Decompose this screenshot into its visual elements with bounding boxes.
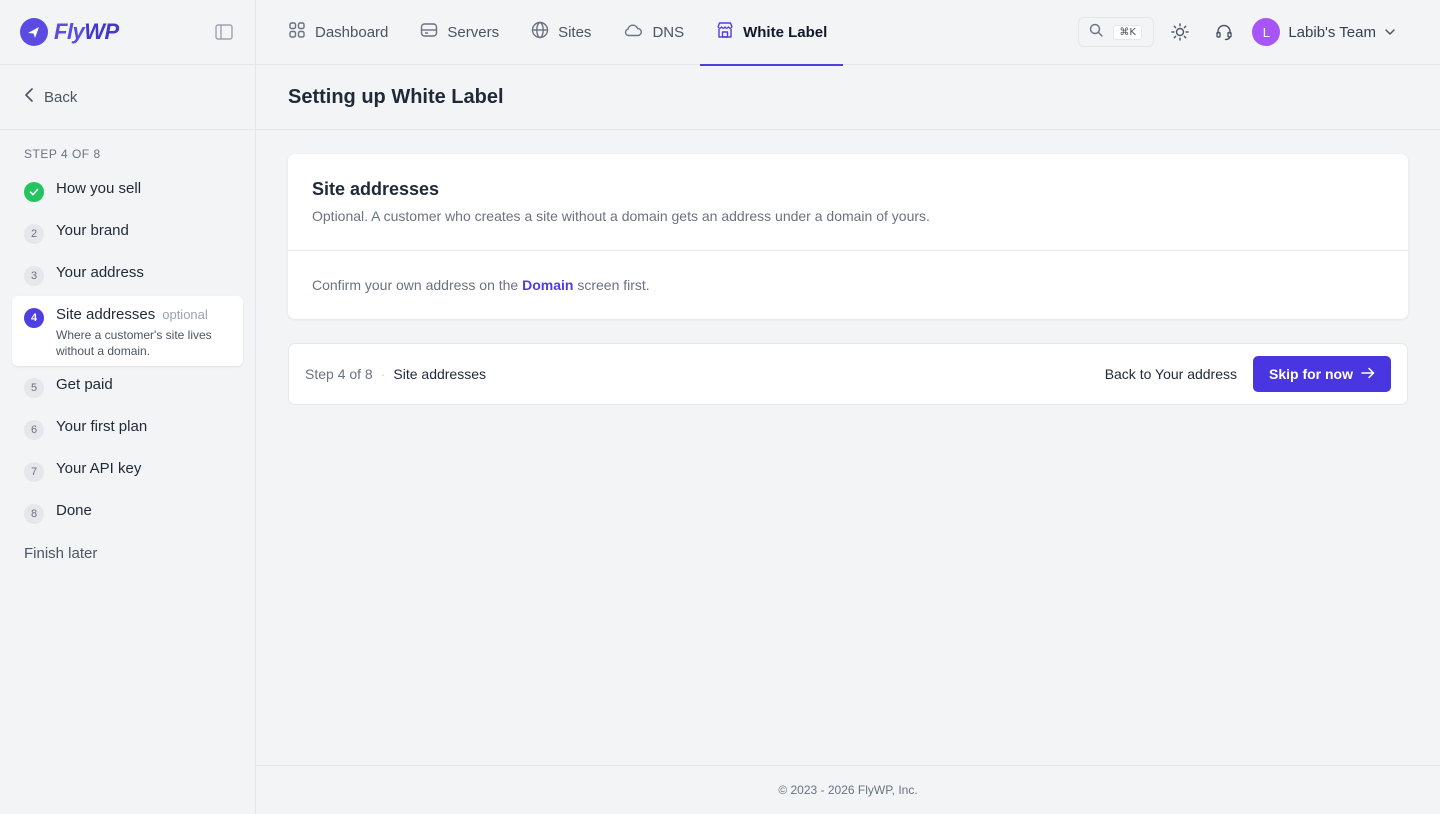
nav-dns[interactable]: DNS <box>607 0 700 65</box>
search-shortcut: ⌘K <box>1113 24 1142 40</box>
main-nav: Dashboard Servers Sites DNS White Label <box>272 0 844 66</box>
card-body: Confirm your own address on the Domain s… <box>288 251 1408 319</box>
dashboard-icon <box>288 21 306 43</box>
step-your-api-key[interactable]: 7 Your API key <box>12 450 243 492</box>
step-count: Step 4 of 8 <box>305 366 373 382</box>
back-to-previous-step-button[interactable]: Back to Your address <box>1105 366 1237 382</box>
step-your-address[interactable]: 3 Your address <box>12 254 243 296</box>
page-title: Setting up White Label <box>288 85 504 108</box>
step-your-first-plan[interactable]: 6 Your first plan <box>12 408 243 450</box>
current-step-name: Site addresses <box>393 366 486 382</box>
top-navbar: Dashboard Servers Sites DNS White Label <box>256 0 1440 66</box>
store-icon <box>716 21 734 43</box>
step-number: 2 <box>24 224 44 244</box>
step-actions: Back to Your address Skip for now <box>1105 356 1391 392</box>
step-get-paid[interactable]: 5 Get paid <box>12 366 243 408</box>
footer: © 2023 - 2026 FlyWP, Inc. <box>256 765 1440 814</box>
step-label: Your API key <box>56 460 142 477</box>
globe-icon <box>531 21 549 43</box>
nav-label: White Label <box>743 23 828 41</box>
step-number: 3 <box>24 266 44 286</box>
step-list: How you sell 2 Your brand 3 Your address… <box>0 170 255 534</box>
step-number: 6 <box>24 420 44 440</box>
copyright-text: © 2023 - 2026 FlyWP, Inc. <box>778 783 918 797</box>
skip-for-now-button[interactable]: Skip for now <box>1253 356 1391 392</box>
team-name: Labib's Team <box>1288 23 1376 41</box>
nav-label: Sites <box>558 23 592 41</box>
step-number: 4 <box>24 308 44 328</box>
nav-label: Dashboard <box>315 23 389 41</box>
nav-dashboard[interactable]: Dashboard <box>272 0 404 65</box>
step-how-you-sell[interactable]: How you sell <box>12 170 243 212</box>
sidebar: FlyWP Back STEP 4 OF 8 How you sell 2 Yo… <box>0 0 256 814</box>
step-heading: STEP 4 OF 8 <box>24 147 101 161</box>
step-label: How you sell <box>56 180 142 197</box>
chevron-down-icon <box>1384 23 1396 41</box>
step-number: 5 <box>24 378 44 398</box>
server-icon <box>420 21 438 43</box>
cloud-icon <box>623 21 643 43</box>
page-header: Setting up White Label <box>256 65 1440 130</box>
nav-sites[interactable]: Sites <box>515 0 607 65</box>
card-title: Site addresses <box>312 179 440 199</box>
nav-label: Servers <box>447 23 500 41</box>
back-button[interactable]: Back <box>0 65 255 130</box>
step-title-line: Site addresses optional <box>56 306 226 323</box>
step-navigation-bar: Step 4 of 8 · Site addresses Back to You… <box>288 343 1408 405</box>
nav-white-label[interactable]: White Label <box>700 0 844 66</box>
step-your-brand[interactable]: 2 Your brand <box>12 212 243 254</box>
body-text-suffix: screen first. <box>573 277 650 293</box>
separator-dot: · <box>380 366 386 382</box>
check-icon <box>24 182 44 202</box>
body-text-prefix: Confirm your own address on the <box>312 277 523 293</box>
card-header: Site addresses Optional. A customer who … <box>288 154 1408 251</box>
logo-row: FlyWP <box>0 0 255 65</box>
step-label: Your first plan <box>56 418 148 435</box>
nav-servers[interactable]: Servers <box>404 0 515 65</box>
step-label: Your brand <box>56 222 129 239</box>
site-addresses-card: Site addresses Optional. A customer who … <box>288 154 1408 319</box>
team-switcher[interactable]: L Labib's Team <box>1252 18 1396 46</box>
flywp-logo[interactable]: FlyWP <box>20 18 119 46</box>
step-label: Site addresses <box>56 306 156 323</box>
step-done[interactable]: 8 Done <box>12 492 243 534</box>
nav-label: DNS <box>652 23 685 41</box>
logo-text: FlyWP <box>54 19 119 44</box>
domain-link[interactable]: Domain <box>522 277 573 293</box>
step-label: Your address <box>56 264 144 281</box>
search-button[interactable]: ⌘K <box>1078 17 1155 47</box>
support-headset-icon[interactable] <box>1202 23 1246 41</box>
header-tools: ⌘K L Labib's Team <box>1078 17 1396 47</box>
arrow-right-icon <box>1361 366 1375 382</box>
chevron-left-icon <box>24 88 34 106</box>
theme-toggle-sun-icon[interactable] <box>1158 23 1202 41</box>
step-label: Get paid <box>56 376 113 393</box>
step-label: Done <box>56 502 92 519</box>
button-label: Skip for now <box>1269 366 1353 382</box>
step-site-addresses[interactable]: 4 Site addresses optional Where a custom… <box>12 296 243 366</box>
search-icon <box>1089 23 1104 42</box>
step-number: 8 <box>24 504 44 524</box>
avatar: L <box>1252 18 1281 46</box>
card-subtitle: Optional. A customer who creates a site … <box>312 208 930 224</box>
optional-tag: optional <box>162 307 208 322</box>
step-content: Site addresses optional Where a customer… <box>56 296 226 359</box>
logo-mark-icon <box>20 18 48 46</box>
step-number: 7 <box>24 462 44 482</box>
step-description: Where a customer's site lives without a … <box>56 328 212 358</box>
sidebar-collapse-icon[interactable] <box>213 21 235 43</box>
finish-later-link[interactable]: Finish later <box>0 538 255 568</box>
back-label: Back <box>44 88 78 106</box>
